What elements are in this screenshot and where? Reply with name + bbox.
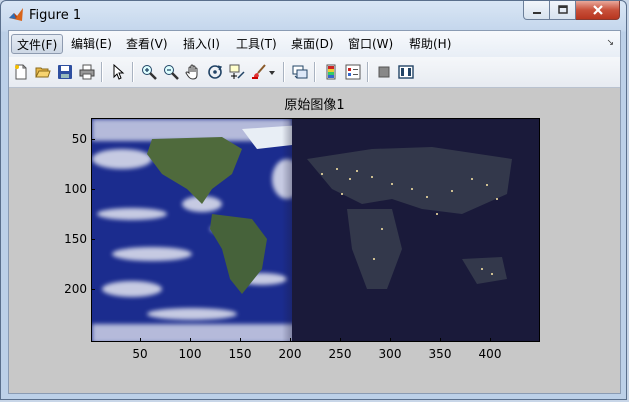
save-icon xyxy=(58,65,72,79)
toolbar-separator xyxy=(283,62,285,82)
print-icon xyxy=(79,64,95,80)
brush-dropdown-button[interactable] xyxy=(267,62,277,82)
maximize-icon xyxy=(557,5,568,14)
x-tick-mark xyxy=(340,338,341,342)
x-tick-label: 150 xyxy=(228,347,252,361)
matlab-logo-icon xyxy=(9,8,23,21)
legend-button[interactable] xyxy=(343,62,363,82)
menubar-overflow-icon[interactable]: ↘ xyxy=(606,37,614,48)
toolbar-separator xyxy=(314,62,316,82)
new-figure-button[interactable] xyxy=(11,62,31,82)
window-controls xyxy=(523,1,620,21)
x-tick-mark xyxy=(240,338,241,342)
close-icon xyxy=(592,5,603,15)
rotate-3d-button[interactable] xyxy=(205,62,225,82)
brush-dropdown-icon xyxy=(269,71,275,75)
link-plot-icon xyxy=(292,65,308,79)
window-title: Figure 1 xyxy=(29,8,82,23)
colorbar-button[interactable] xyxy=(321,62,341,82)
rotate-3d-icon xyxy=(208,65,223,79)
save-button[interactable] xyxy=(55,62,75,82)
x-tick-mark xyxy=(440,338,441,342)
brush-button[interactable] xyxy=(249,62,269,82)
toolbar-separator xyxy=(367,62,369,82)
menu-tools[interactable]: 工具(T) xyxy=(231,34,282,54)
y-tick-label: 50 xyxy=(71,132,87,146)
image-axes[interactable] xyxy=(91,118,540,342)
y-tick-mark xyxy=(91,139,95,140)
colorbar-icon xyxy=(326,64,336,80)
menu-file[interactable]: 文件(F) xyxy=(11,34,64,54)
earth-day-night-image xyxy=(92,119,539,341)
x-tick-label: 350 xyxy=(428,347,452,361)
minimize-icon xyxy=(532,12,541,14)
y-tick-mark xyxy=(91,239,95,240)
x-tick-label: 100 xyxy=(178,347,202,361)
minimize-button[interactable] xyxy=(523,1,550,20)
zoom-in-button[interactable] xyxy=(139,62,159,82)
figure-canvas[interactable]: 原始图像1 50 100 150 200 50 100 150 200 250 … xyxy=(9,88,620,393)
zoom-in-icon xyxy=(142,65,157,80)
toolbar-separator xyxy=(132,62,134,82)
pan-button[interactable] xyxy=(183,62,203,82)
data-cursor-button[interactable] xyxy=(227,62,247,82)
x-tick-mark xyxy=(190,338,191,342)
figure-toolbar xyxy=(9,57,620,88)
y-tick-label: 200 xyxy=(64,282,87,296)
new-figure-icon xyxy=(15,64,27,80)
data-cursor-icon xyxy=(229,64,245,79)
show-plot-tools-button[interactable] xyxy=(396,62,416,82)
x-tick-mark xyxy=(390,338,391,342)
show-plot-tools-icon xyxy=(398,65,414,79)
x-tick-mark xyxy=(490,338,491,342)
zoom-out-icon xyxy=(164,65,179,80)
menu-desktop[interactable]: 桌面(D) xyxy=(286,34,339,54)
maximize-button[interactable] xyxy=(550,1,576,20)
open-file-icon xyxy=(35,67,51,78)
x-tick-label: 50 xyxy=(132,347,148,361)
menu-help[interactable]: 帮助(H) xyxy=(404,34,456,54)
menu-window[interactable]: 窗口(W) xyxy=(343,34,398,54)
link-plot-button[interactable] xyxy=(290,62,310,82)
x-tick-mark xyxy=(290,338,291,342)
x-tick-label: 200 xyxy=(278,347,302,361)
menu-bar: 文件(F) 编辑(E) 查看(V) 插入(I) 工具(T) 桌面(D) 窗口(W… xyxy=(9,31,620,58)
figure-client-area: 文件(F) 编辑(E) 查看(V) 插入(I) 工具(T) 桌面(D) 窗口(W… xyxy=(8,30,621,394)
close-button[interactable] xyxy=(576,1,620,20)
menu-insert[interactable]: 插入(I) xyxy=(178,34,225,54)
figure-window: Figure 1 文件(F) 编辑(E) 查看(V) 插入(I) 工具(T) 桌… xyxy=(0,0,627,400)
y-tick-mark xyxy=(91,289,95,290)
x-tick-label: 250 xyxy=(328,347,352,361)
brush-icon xyxy=(252,64,266,79)
y-tick-label: 100 xyxy=(64,182,87,196)
select-button[interactable] xyxy=(108,62,128,82)
y-tick-label: 150 xyxy=(64,232,87,246)
pointer-icon xyxy=(113,64,125,80)
x-tick-mark xyxy=(140,338,141,342)
hide-plot-tools-button[interactable] xyxy=(374,62,394,82)
pan-icon xyxy=(185,64,198,80)
legend-icon xyxy=(345,64,361,80)
zoom-out-button[interactable] xyxy=(161,62,181,82)
title-bar[interactable]: Figure 1 xyxy=(1,1,626,29)
menu-edit[interactable]: 编辑(E) xyxy=(66,34,117,54)
menu-view[interactable]: 查看(V) xyxy=(121,34,173,54)
x-tick-label: 300 xyxy=(378,347,402,361)
plot-title: 原始图像1 xyxy=(284,98,345,113)
print-button[interactable] xyxy=(77,62,97,82)
y-tick-mark xyxy=(91,189,95,190)
hide-plot-tools-icon xyxy=(378,66,390,78)
toolbar-separator xyxy=(101,62,103,82)
open-file-button[interactable] xyxy=(33,62,53,82)
x-tick-label: 400 xyxy=(478,347,502,361)
